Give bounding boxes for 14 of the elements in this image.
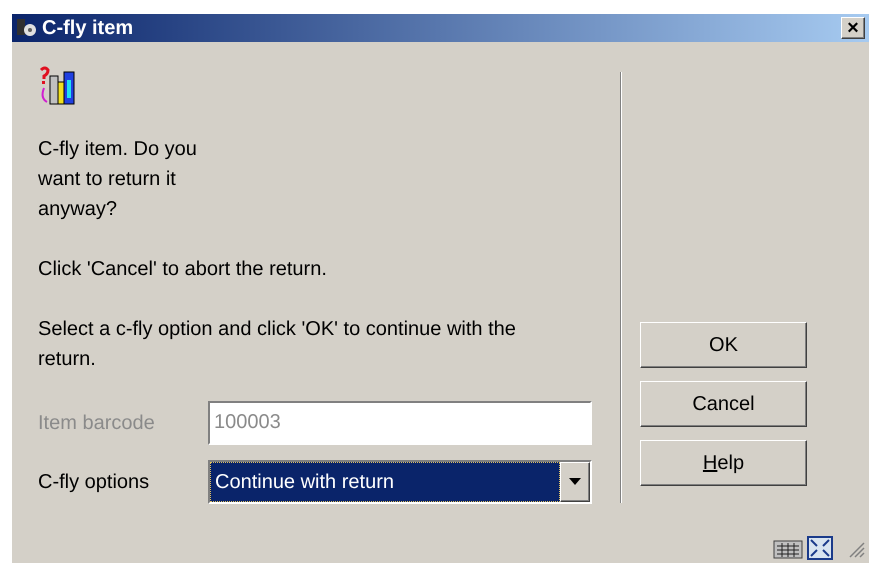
dropdown-arrow-icon — [569, 478, 581, 485]
window-title: C-fly item — [42, 16, 134, 41]
expand-icon — [807, 536, 833, 560]
field-label: C-fly options — [38, 470, 150, 494]
dialog-button[interactable]: OK — [640, 322, 807, 368]
options-dropdown[interactable]: Continue with return — [208, 460, 592, 504]
message-text: Select a c-fly option and click 'OK' to continue with the return. — [38, 317, 517, 372]
message-text: Click 'Cancel' to abort the return. — [38, 257, 328, 282]
field-label: Item barcode — [38, 410, 156, 436]
close-button[interactable]: × — [841, 17, 865, 39]
dialog-button[interactable]: Help — [640, 440, 807, 486]
message-text: C-fly item. Do you want to return it anyway? — [38, 137, 198, 222]
dialog-button[interactable]: Cancel — [640, 381, 807, 427]
app-icon — [16, 18, 38, 38]
